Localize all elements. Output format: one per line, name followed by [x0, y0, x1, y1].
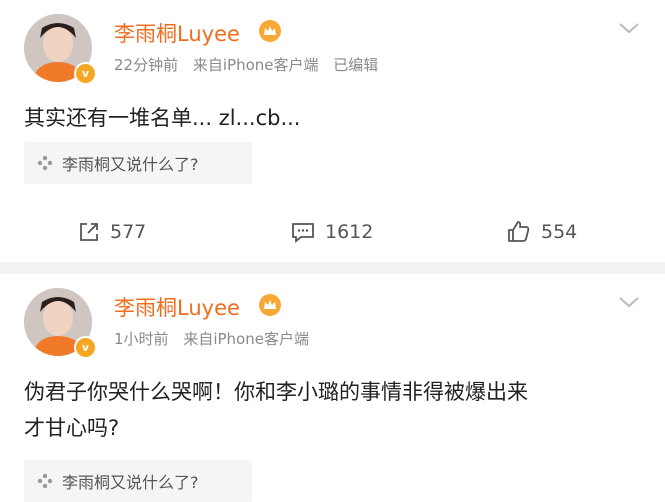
topic-icon: [37, 473, 53, 489]
action-bar: 577 1612 554: [0, 212, 665, 252]
post-meta: 22分钟前 来自iPhone客户端 已编辑: [114, 54, 388, 75]
like-button[interactable]: 554: [507, 212, 577, 252]
topic-label: 李雨桐又说什么了?: [62, 155, 199, 174]
weibo-post: v 李雨桐Luyee 1小时前 来自iPhone客户端 伪君子你哭什么哭啊！你和…: [0, 274, 665, 502]
crown-icon: [259, 294, 281, 316]
verified-badge: v: [74, 336, 97, 359]
post-meta: 1小时前 来自iPhone客户端: [114, 328, 319, 349]
post-time: 1小时前: [114, 330, 169, 348]
topic-tag[interactable]: 李雨桐又说什么了?: [24, 142, 252, 184]
topic-icon: [37, 155, 53, 171]
like-count: 554: [541, 221, 578, 243]
comment-button[interactable]: 1612: [291, 212, 373, 252]
post-time: 22分钟前: [114, 56, 179, 74]
weibo-post: v 李雨桐Luyee 22分钟前 来自iPhone客户端 已编辑 其实还有一堆名…: [0, 0, 665, 262]
edited-label: 已编辑: [333, 56, 379, 74]
post-content: 伪君子你哭什么哭啊！你和李小璐的事情非得被爆出来 才甘心吗?: [24, 374, 644, 446]
topic-tag[interactable]: 李雨桐又说什么了?: [24, 460, 252, 502]
verified-badge: v: [74, 62, 97, 85]
post-content-line: 才甘心吗?: [24, 416, 120, 440]
chevron-down-icon[interactable]: [617, 294, 641, 310]
topic-label: 李雨桐又说什么了?: [62, 473, 199, 492]
crown-icon: [259, 20, 281, 42]
post-content-line: 伪君子你哭什么哭啊！你和李小璐的事情非得被爆出来: [24, 380, 528, 404]
like-icon: [508, 221, 530, 242]
post-source: 来自iPhone客户端: [183, 330, 309, 348]
repost-icon: [80, 223, 98, 241]
username[interactable]: 李雨桐Luyee: [114, 18, 240, 48]
chevron-down-icon[interactable]: [617, 20, 641, 36]
comment-icon: [292, 223, 314, 243]
post-source: 来自iPhone客户端: [192, 56, 319, 74]
repost-count: 577: [110, 221, 147, 243]
repost-button[interactable]: 577: [78, 212, 146, 252]
comment-count: 1612: [325, 221, 374, 243]
username[interactable]: 李雨桐Luyee: [114, 292, 240, 322]
post-content: 其实还有一堆名单... zl...cb...: [24, 106, 301, 130]
